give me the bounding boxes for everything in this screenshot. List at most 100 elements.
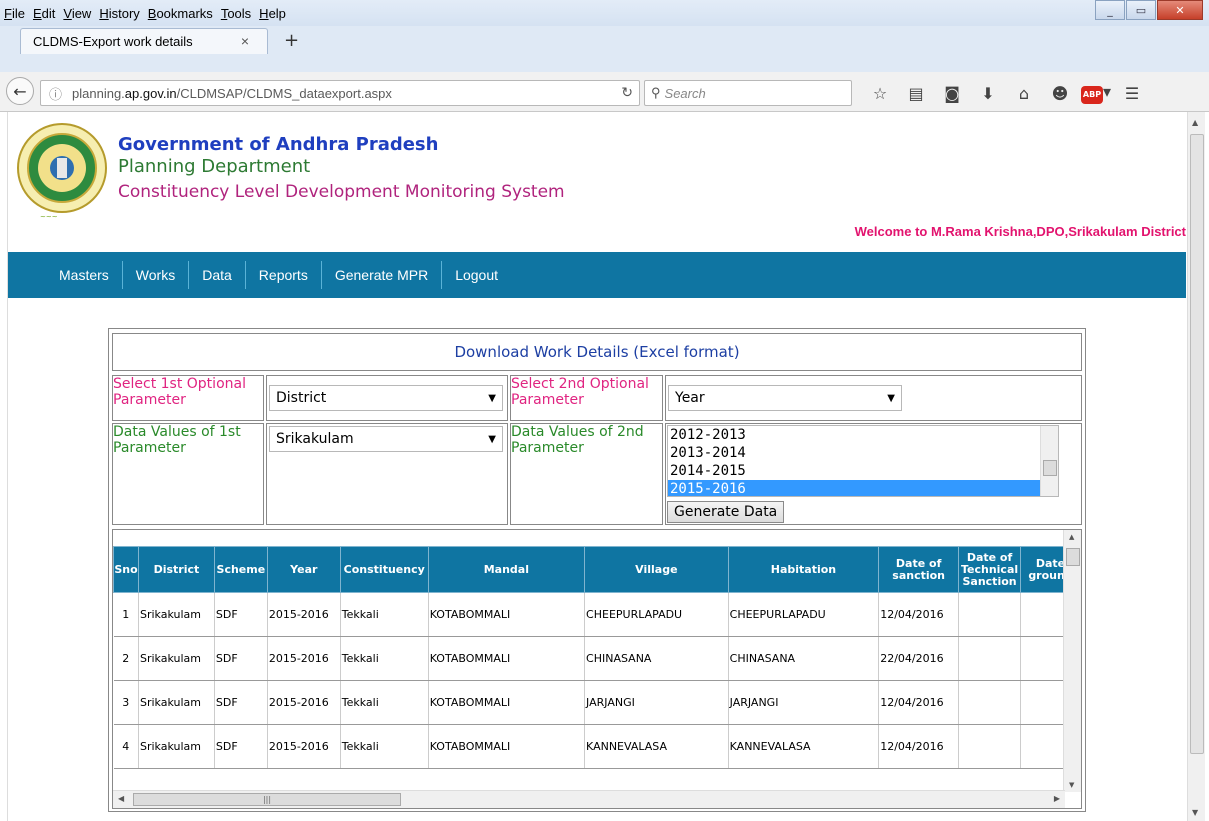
param1-select[interactable]: District ▼ xyxy=(269,385,503,411)
cell-habitation: JARJANGI xyxy=(728,680,880,725)
scroll-up-icon[interactable]: ▲ xyxy=(1192,118,1198,127)
url-path: /CLDMSAP/CLDMS_dataexport.aspx xyxy=(176,85,392,101)
work-details-table: Sno District Scheme Year Constituency Ma… xyxy=(113,546,1081,769)
export-form: Download Work Details (Excel format) Sel… xyxy=(108,328,1086,812)
listbox-scrollbar[interactable] xyxy=(1040,426,1058,496)
scroll-left-icon[interactable]: ◀ xyxy=(118,794,124,803)
col-district[interactable]: District xyxy=(137,546,215,593)
year-option[interactable]: 2014-2015 xyxy=(668,462,1058,480)
year-listbox[interactable]: 2012-2013 2013-2014 2014-2015 2015-2016 xyxy=(667,425,1059,497)
data-grid: Sno District Scheme Year Constituency Ma… xyxy=(112,529,1082,809)
menu-help[interactable]: Help xyxy=(259,6,286,21)
nav-reports[interactable]: Reports xyxy=(246,261,322,289)
search-input[interactable]: ⚲ Search xyxy=(644,80,852,106)
col-village[interactable]: Village xyxy=(584,546,729,593)
form-title: Download Work Details (Excel format) xyxy=(112,333,1082,371)
values1-select-cell: Srikakulam ▼ xyxy=(266,423,508,525)
pocket-icon[interactable]: ◙ xyxy=(934,84,970,103)
grid-horizontal-scrollbar[interactable]: ◀ ||| ▶ xyxy=(113,790,1065,808)
cell-sno: 1 xyxy=(113,592,139,637)
maximize-button[interactable]: ▭ xyxy=(1126,0,1156,20)
grid-hscroll-thumb[interactable]: ||| xyxy=(133,793,401,806)
menu-history[interactable]: History xyxy=(99,6,139,21)
main-navigation: Masters Works Data Reports Generate MPR … xyxy=(8,252,1186,298)
cell-date-sanction: 12/04/2016 xyxy=(878,724,960,769)
table-row: 1 Srikakulam SDF 2015-2016 Tekkali KOTABOMMAL… xyxy=(113,592,1081,637)
page-title: Government of Andhra Pradesh xyxy=(118,134,439,155)
nav-masters[interactable]: Masters xyxy=(46,261,123,289)
grid-vertical-scrollbar[interactable]: ▲ ▼ xyxy=(1063,530,1081,792)
cell-date-technical-sanction xyxy=(958,636,1022,681)
cell-village: CHEEPURLAPADU xyxy=(584,592,729,637)
listbox-scroll-thumb[interactable] xyxy=(1043,460,1057,476)
hamburger-menu-icon[interactable]: ☰ xyxy=(1114,84,1150,103)
cell-constituency: Tekkali xyxy=(340,636,429,681)
col-date-sanction[interactable]: Date of sanction xyxy=(878,546,960,593)
svg-text:~~~: ~~~ xyxy=(40,213,58,221)
grid-scroll-thumb[interactable] xyxy=(1066,548,1080,566)
col-constituency[interactable]: Constituency xyxy=(339,546,429,593)
scroll-up-icon[interactable]: ▲ xyxy=(1069,533,1074,541)
cell-scheme: SDF xyxy=(214,592,268,637)
adblock-icon[interactable]: ABP ▾ xyxy=(1078,82,1114,104)
nav-generate-mpr[interactable]: Generate MPR xyxy=(322,261,443,289)
menu-view[interactable]: View xyxy=(63,6,91,21)
search-placeholder: Search xyxy=(664,85,706,101)
col-habitation[interactable]: Habitation xyxy=(727,546,880,593)
col-sno[interactable]: Sno xyxy=(113,546,139,593)
reload-icon[interactable]: ↻ xyxy=(621,84,633,101)
window-controls: _ ▭ ✕ xyxy=(1094,0,1203,20)
values1-label-cell: Data Values of 1st Parameter xyxy=(112,423,264,525)
info-icon[interactable]: ⓘ xyxy=(49,84,62,103)
param2-select[interactable]: Year ▼ xyxy=(668,385,902,411)
minimize-button[interactable]: _ xyxy=(1095,0,1125,20)
cell-village: KANNEVALASA xyxy=(584,724,729,769)
year-option-selected[interactable]: 2015-2016 xyxy=(668,480,1058,496)
param2-select-cell: Year ▼ xyxy=(665,375,1082,421)
cell-district: Srikakulam xyxy=(138,724,215,769)
browser-tab[interactable]: CLDMS-Export work details × xyxy=(20,28,268,54)
home-icon[interactable]: ⌂ xyxy=(1006,84,1042,103)
param1-selected: District xyxy=(276,390,327,406)
nav-works[interactable]: Works xyxy=(123,261,190,289)
reading-list-icon[interactable]: ▤ xyxy=(898,84,934,103)
values2-label-cell: Data Values of 2nd Parameter xyxy=(510,423,663,525)
scroll-down-icon[interactable]: ▼ xyxy=(1069,781,1074,789)
new-tab-icon[interactable]: + xyxy=(284,30,299,51)
download-icon[interactable]: ⬇ xyxy=(970,84,1006,103)
chat-icon[interactable]: ☻ xyxy=(1042,84,1078,103)
col-date-technical-sanction[interactable]: Date of Technical Sanction xyxy=(958,546,1022,593)
table-row: 4 Srikakulam SDF 2015-2016 Tekkali KOTABOMMAL… xyxy=(113,724,1081,769)
scrollbar-thumb[interactable] xyxy=(1190,134,1204,754)
values1-select[interactable]: Srikakulam ▼ xyxy=(269,426,503,452)
cell-constituency: Tekkali xyxy=(340,680,429,725)
scroll-down-icon[interactable]: ▼ xyxy=(1192,808,1198,817)
year-option[interactable]: 2012-2013 xyxy=(668,426,1058,444)
col-year[interactable]: Year xyxy=(266,546,341,593)
col-scheme[interactable]: Scheme xyxy=(213,546,268,593)
nav-data[interactable]: Data xyxy=(189,261,246,289)
col-mandal[interactable]: Mandal xyxy=(427,546,586,593)
department-name: Planning Department xyxy=(118,156,311,177)
values1-selected: Srikakulam xyxy=(276,431,354,447)
nav-logout[interactable]: Logout xyxy=(442,261,511,289)
param2-selected: Year xyxy=(675,390,705,406)
tab-strip: CLDMS-Export work details × + xyxy=(0,26,1209,54)
menu-file[interactable]: File xyxy=(4,6,25,21)
bookmark-star-icon[interactable]: ☆ xyxy=(862,84,898,103)
address-bar[interactable]: ⓘ planning. ap.gov.in/CLDMSAP/CLDMS_datae… xyxy=(40,80,640,106)
scroll-right-icon[interactable]: ▶ xyxy=(1054,794,1060,803)
table-row: 3 Srikakulam SDF 2015-2016 Tekkali KOTABOMMAL… xyxy=(113,680,1081,725)
year-option[interactable]: 2013-2014 xyxy=(668,444,1058,462)
close-window-button[interactable]: ✕ xyxy=(1157,0,1203,20)
menu-tools[interactable]: Tools xyxy=(221,6,251,21)
menu-bookmarks[interactable]: Bookmarks xyxy=(148,6,213,21)
page-scrollbar[interactable]: ▲ ▼ xyxy=(1187,112,1205,821)
data-grid-content: Sno District Scheme Year Constituency Ma… xyxy=(113,546,1081,769)
menu-edit[interactable]: Edit xyxy=(33,6,55,21)
cell-habitation: CHINASANA xyxy=(728,636,880,681)
page-content: ~~~ Government of Andhra Pradesh Plannin… xyxy=(8,112,1186,821)
generate-data-button[interactable]: Generate Data xyxy=(667,501,785,523)
close-tab-icon[interactable]: × xyxy=(241,33,249,49)
back-button[interactable]: ← xyxy=(6,77,34,105)
